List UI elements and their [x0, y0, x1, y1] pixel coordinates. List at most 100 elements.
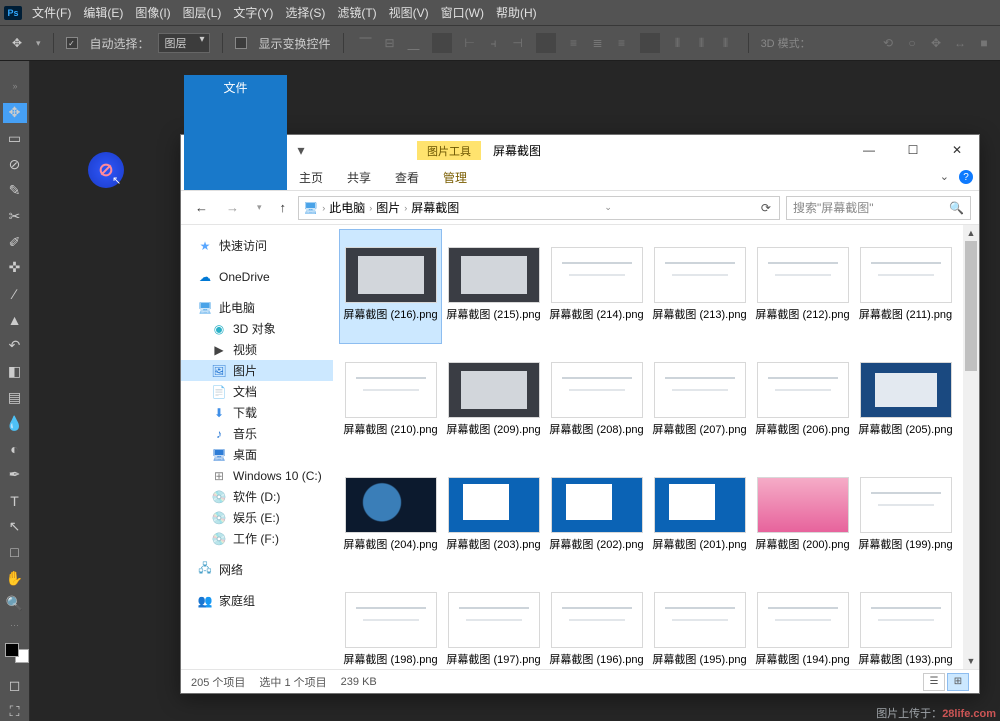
align-vmid-icon[interactable]: ⊟	[380, 33, 400, 53]
file-item[interactable]: 屏幕截图 (203).png	[442, 459, 545, 574]
file-item[interactable]: 屏幕截图 (201).png	[648, 459, 751, 574]
crumb-pc[interactable]: 此电脑	[329, 199, 365, 216]
nav-up-button[interactable]: ↑	[274, 198, 293, 217]
tree-onedrive[interactable]: ☁OneDrive	[181, 266, 333, 287]
file-item[interactable]: 屏幕截图 (215).png	[442, 229, 545, 344]
dist-left-icon[interactable]: ⦀	[668, 33, 688, 53]
menu-item[interactable]: 文件(F)	[32, 4, 71, 21]
dist-hmid-icon[interactable]: ⦀	[692, 33, 712, 53]
file-item[interactable]: 屏幕截图 (202).png	[545, 459, 648, 574]
dist-top-icon[interactable]: ≡	[564, 33, 584, 53]
crumb-pictures[interactable]: 图片	[376, 199, 400, 216]
lasso-tool[interactable]: ⊘	[3, 155, 27, 175]
ribbon-tab[interactable]: 共享	[335, 165, 383, 190]
view-thumbnails-icon[interactable]: ⊞	[947, 673, 969, 691]
scrollbar[interactable]: ▲ ▼	[963, 225, 979, 669]
crop-tool[interactable]: ✂	[3, 206, 27, 226]
auto-select-checkbox[interactable]: ✓	[66, 37, 78, 49]
mask-mode-icon[interactable]: ◻	[3, 675, 27, 695]
auto-select-target-dropdown[interactable]: 图层	[158, 33, 210, 53]
maximize-button[interactable]: ☐	[891, 135, 935, 165]
menu-item[interactable]: 帮助(H)	[496, 4, 537, 21]
file-item[interactable]: 屏幕截图 (208).png	[545, 344, 648, 459]
tree-child-item[interactable]: ⊞Windows 10 (C:)	[181, 465, 333, 486]
tree-homegroup[interactable]: 👥家庭组	[181, 590, 333, 611]
tree-child-item[interactable]: ▶视频	[181, 339, 333, 360]
ribbon-manage-tab[interactable]: 管理	[431, 165, 479, 190]
tree-child-item[interactable]: ◉3D 对象	[181, 318, 333, 339]
tree-child-item[interactable]: 💿软件 (D:)	[181, 486, 333, 507]
qat-select-icon[interactable]: ▾	[289, 139, 313, 161]
tree-child-item[interactable]: 🖥桌面	[181, 444, 333, 465]
file-item[interactable]: 屏幕截图 (206).png	[751, 344, 854, 459]
file-item[interactable]: 屏幕截图 (195).png	[648, 574, 751, 669]
addr-dropdown-icon[interactable]: ⌄	[604, 202, 612, 213]
minimize-button[interactable]: —	[847, 135, 891, 165]
explorer-titlebar[interactable]: 📁 | ✓ 📁 ▾ 图片工具 屏幕截图 — ☐ ✕	[181, 135, 979, 165]
ribbon-tab[interactable]: 主页	[287, 165, 335, 190]
pan-icon[interactable]: ✥	[926, 33, 946, 53]
ribbon-tab[interactable]: 查看	[383, 165, 431, 190]
shape-tool[interactable]: □	[3, 542, 27, 562]
dist-vmid-icon[interactable]: ≣	[588, 33, 608, 53]
more-tools-icon[interactable]: ⋯	[10, 620, 19, 631]
ribbon-file-tab[interactable]: 文件	[184, 75, 287, 190]
help-icon[interactable]: ?	[959, 170, 973, 184]
align-right-icon[interactable]: ⊣	[508, 33, 528, 53]
scroll-up-icon[interactable]: ▲	[963, 225, 979, 241]
refresh-icon[interactable]: ⟳	[757, 201, 775, 215]
file-item[interactable]: 屏幕截图 (198).png	[339, 574, 442, 669]
brush-tool[interactable]: ∕	[3, 284, 27, 304]
screen-mode-icon[interactable]: ⛶	[3, 701, 27, 721]
show-transform-checkbox[interactable]	[235, 37, 247, 49]
healing-tool[interactable]: ✜	[3, 258, 27, 278]
hand-tool[interactable]: ✋	[3, 568, 27, 588]
scroll-thumb[interactable]	[965, 241, 977, 371]
color-swatch[interactable]	[5, 643, 25, 660]
eraser-tool[interactable]: ◧	[3, 361, 27, 381]
menu-item[interactable]: 文字(Y)	[233, 4, 273, 21]
menu-item[interactable]: 窗口(W)	[441, 4, 484, 21]
blur-tool[interactable]: 💧	[3, 413, 27, 433]
menu-item[interactable]: 选择(S)	[285, 4, 325, 21]
file-item[interactable]: 屏幕截图 (205).png	[854, 344, 957, 459]
tree-this-pc[interactable]: 🖥此电脑	[181, 297, 333, 318]
stamp-tool[interactable]: ▲	[3, 310, 27, 330]
tree-child-item[interactable]: 📄文档	[181, 381, 333, 402]
align-bottom-icon[interactable]: ⎽	[404, 33, 424, 53]
dist-bottom-icon[interactable]: ≡	[612, 33, 632, 53]
file-item[interactable]: 屏幕截图 (204).png	[339, 459, 442, 574]
tree-child-item[interactable]: ♪音乐	[181, 423, 333, 444]
search-input[interactable]: 搜索"屏幕截图" 🔍	[786, 196, 971, 220]
file-item[interactable]: 屏幕截图 (197).png	[442, 574, 545, 669]
file-grid[interactable]: 屏幕截图 (216).png屏幕截图 (215).png屏幕截图 (214).p…	[333, 225, 979, 669]
close-button[interactable]: ✕	[935, 135, 979, 165]
chevron-right-icon[interactable]: ›	[369, 203, 372, 213]
marquee-tool[interactable]: ▭	[3, 129, 27, 149]
menu-item[interactable]: 滤镜(T)	[337, 4, 376, 21]
zoom3d-icon[interactable]: ■	[974, 33, 994, 53]
menu-item[interactable]: 视图(V)	[389, 4, 429, 21]
dist-right-icon[interactable]: ⦀	[716, 33, 736, 53]
nav-history-button[interactable]: ▾	[251, 200, 268, 215]
file-item[interactable]: 屏幕截图 (194).png	[751, 574, 854, 669]
menu-item[interactable]: 编辑(E)	[83, 4, 123, 21]
ribbon-collapse-icon[interactable]: ⌄	[940, 170, 949, 184]
history-brush-tool[interactable]: ↶	[3, 336, 27, 356]
eyedropper-tool[interactable]: ✐	[3, 232, 27, 252]
file-item[interactable]: 屏幕截图 (212).png	[751, 229, 854, 344]
gradient-tool[interactable]: ▤	[3, 387, 27, 407]
scroll-down-icon[interactable]: ▼	[963, 653, 979, 669]
file-item[interactable]: 屏幕截图 (199).png	[854, 459, 957, 574]
dropdown-arrow-icon[interactable]: ▾	[36, 38, 41, 49]
pen-tool[interactable]: ✒	[3, 465, 27, 485]
align-hmid-icon[interactable]: ⫞	[484, 33, 504, 53]
file-item[interactable]: 屏幕截图 (211).png	[854, 229, 957, 344]
menu-item[interactable]: 图层(L)	[183, 4, 222, 21]
move-tool[interactable]: ✥	[3, 103, 27, 123]
file-item[interactable]: 屏幕截图 (209).png	[442, 344, 545, 459]
file-item[interactable]: 屏幕截图 (193).png	[854, 574, 957, 669]
view-details-icon[interactable]: ☰	[923, 673, 945, 691]
align-top-icon[interactable]: ⎺	[356, 33, 376, 53]
path-tool[interactable]: ↖	[3, 517, 27, 537]
